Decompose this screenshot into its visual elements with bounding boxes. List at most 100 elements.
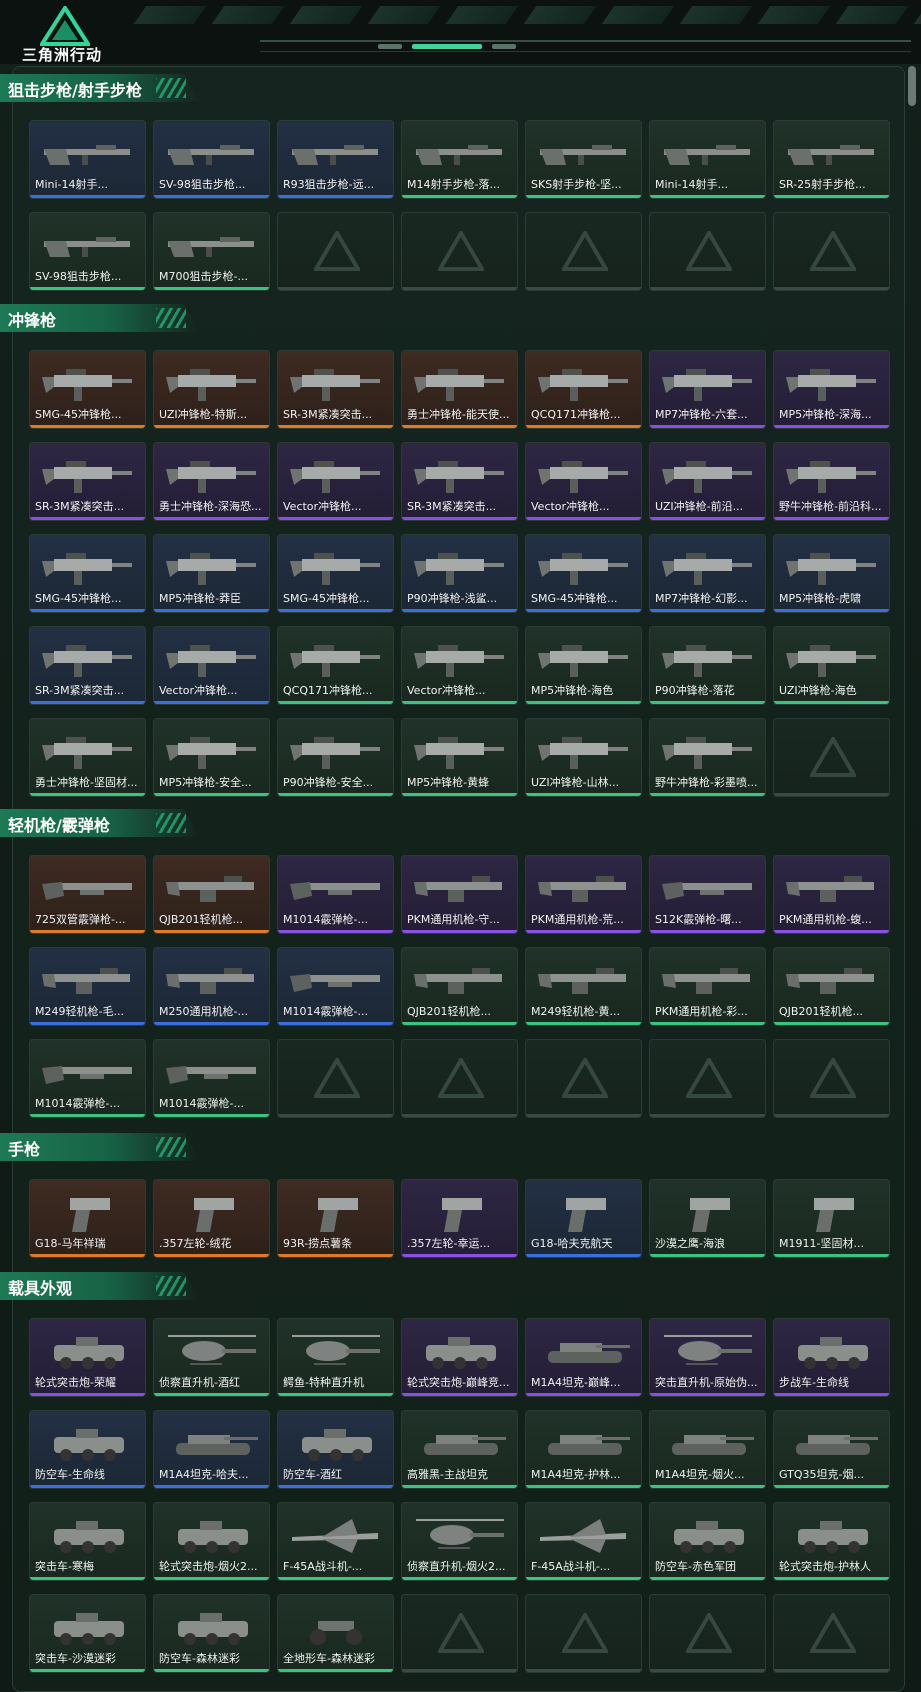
skin-card[interactable]: SR-3M紧凑突击...	[277, 350, 394, 429]
skin-card[interactable]: MP5冲锋枪-黄蜂	[401, 718, 518, 797]
smg-icon	[536, 637, 633, 681]
skin-card[interactable]: UZI冲锋枪-特斯...	[153, 350, 270, 429]
skin-card[interactable]: SMG-45冲锋枪...	[29, 350, 146, 429]
skin-card[interactable]: PKM通用机枪-彩...	[649, 947, 766, 1026]
skin-card[interactable]: MP7冲锋枪-六套...	[649, 350, 766, 429]
skin-card[interactable]: 轮式突击炮-烟火2...	[153, 1502, 270, 1581]
skin-card[interactable]: QJB201轻机枪...	[153, 855, 270, 934]
skin-card[interactable]: PKM通用机枪-荒...	[525, 855, 642, 934]
skin-card[interactable]: Mini-14射手...	[649, 120, 766, 199]
skin-card[interactable]: SMG-45冲锋枪...	[277, 534, 394, 613]
smg-icon	[40, 729, 137, 773]
skin-card[interactable]: 轮式突击炮-荣耀	[29, 1318, 146, 1397]
skin-card[interactable]: 野牛冲锋枪-彩墨喷...	[649, 718, 766, 797]
scrollbar-thumb[interactable]	[908, 66, 916, 106]
skin-card[interactable]: F-45A战斗机-...	[277, 1502, 394, 1581]
skin-card[interactable]: MP5冲锋枪-海色	[525, 626, 642, 705]
skin-card[interactable]: 防空车-酒红	[277, 1410, 394, 1489]
skin-card[interactable]: M1014霰弹枪-...	[153, 1039, 270, 1118]
skin-card[interactable]: 725双管霰弹枪-...	[29, 855, 146, 934]
skin-card[interactable]: M1A4坦克-哈夫...	[153, 1410, 270, 1489]
skin-card[interactable]: F-45A战斗机-...	[525, 1502, 642, 1581]
skin-card[interactable]: M249轻机枪-黄...	[525, 947, 642, 1026]
skin-card[interactable]: 全地形车-森林迷彩	[277, 1594, 394, 1673]
skin-card[interactable]: M1014霰弹枪-...	[29, 1039, 146, 1118]
skin-card[interactable]: M250通用机枪-...	[153, 947, 270, 1026]
skin-card[interactable]: M1014霰弹枪-...	[277, 947, 394, 1026]
skin-card[interactable]: 侦察直升机-烟火2...	[401, 1502, 518, 1581]
skin-card[interactable]: S12K霰弹枪-曙...	[649, 855, 766, 934]
skin-card[interactable]: Vector冲锋枪...	[525, 442, 642, 521]
skin-card[interactable]: G18-马年祥瑞	[29, 1179, 146, 1258]
skin-card[interactable]: QJB201轻机枪...	[401, 947, 518, 1026]
skin-card[interactable]: 93R-捞点薯条	[277, 1179, 394, 1258]
skin-card[interactable]: 沙漠之鹰-海浪	[649, 1179, 766, 1258]
skin-card[interactable]: Vector冲锋枪...	[401, 626, 518, 705]
rifle-icon	[660, 131, 757, 175]
skin-card[interactable]: PKM通用机枪-守...	[401, 855, 518, 934]
skin-card[interactable]: M1A4坦克-护林...	[525, 1410, 642, 1489]
skin-card[interactable]: UZI冲锋枪-前沿...	[649, 442, 766, 521]
skin-card[interactable]: 步战车-生命线	[773, 1318, 890, 1397]
skin-card[interactable]: SMG-45冲锋枪...	[525, 534, 642, 613]
skin-card[interactable]: UZI冲锋枪-山林...	[525, 718, 642, 797]
skin-card[interactable]: 防空车-生命线	[29, 1410, 146, 1489]
skin-card[interactable]: Vector冲锋枪...	[277, 442, 394, 521]
skin-card[interactable]: Vector冲锋枪...	[153, 626, 270, 705]
skin-card[interactable]: MP5冲锋枪-深海...	[773, 350, 890, 429]
skin-card[interactable]: M1911-坚固材...	[773, 1179, 890, 1258]
skin-card[interactable]: MP5冲锋枪-安全...	[153, 718, 270, 797]
skin-card[interactable]: P90冲锋枪-浅鲨...	[401, 534, 518, 613]
skin-card[interactable]: 鳄鱼-特种直升机	[277, 1318, 394, 1397]
skin-card[interactable]: GTQ35坦克-烟...	[773, 1410, 890, 1489]
skin-card[interactable]: SR-3M紧凑突击...	[29, 626, 146, 705]
skin-card[interactable]: M1A4坦克-烟火...	[649, 1410, 766, 1489]
skin-card[interactable]: SR-3M紧凑突击...	[29, 442, 146, 521]
skin-card[interactable]: 勇士冲锋枪-坚固材...	[29, 718, 146, 797]
skin-card[interactable]: 轮式突击炮-巅峰竞...	[401, 1318, 518, 1397]
skin-card[interactable]: QJB201轻机枪...	[773, 947, 890, 1026]
skin-card[interactable]: M249轻机枪-毛...	[29, 947, 146, 1026]
skin-card[interactable]: Mini-14射手...	[29, 120, 146, 199]
skin-card[interactable]: 防空车-森林迷彩	[153, 1594, 270, 1673]
skin-card[interactable]: QCQ171冲锋枪...	[525, 350, 642, 429]
rarity-bar	[526, 1114, 641, 1117]
skin-card[interactable]: QCQ171冲锋枪...	[277, 626, 394, 705]
skin-card[interactable]: 侦察直升机-酒红	[153, 1318, 270, 1397]
skin-card[interactable]: PKM通用机枪-蝮...	[773, 855, 890, 934]
skin-card[interactable]: 野牛冲锋枪-前沿科...	[773, 442, 890, 521]
skin-card[interactable]: 突击车-沙漠迷彩	[29, 1594, 146, 1673]
skin-card-label: UZI冲锋枪-特斯...	[159, 408, 248, 421]
skin-card[interactable]: SMG-45冲锋枪...	[29, 534, 146, 613]
skin-card[interactable]: 突击直升机-原始伪...	[649, 1318, 766, 1397]
skin-card[interactable]: M14射手步枪-落...	[401, 120, 518, 199]
skin-card[interactable]: 防空车-赤色军团	[649, 1502, 766, 1581]
empty-slot	[525, 1594, 642, 1673]
skin-card[interactable]: 突击车-寒梅	[29, 1502, 146, 1581]
skin-card[interactable]: SR-25射手步枪...	[773, 120, 890, 199]
skin-card[interactable]: G18-哈夫克航天	[525, 1179, 642, 1258]
skin-card[interactable]: .357左轮-绒花	[153, 1179, 270, 1258]
skin-card[interactable]: P90冲锋枪-落花	[649, 626, 766, 705]
skin-card[interactable]: M700狙击步枪-...	[153, 212, 270, 291]
skin-card[interactable]: MP5冲锋枪-莽臣	[153, 534, 270, 613]
skin-card[interactable]: R93狙击步枪-远...	[277, 120, 394, 199]
skin-card[interactable]: 勇士冲锋枪-深海恐...	[153, 442, 270, 521]
skin-card[interactable]: SV-98狙击步枪...	[29, 212, 146, 291]
skin-card[interactable]: UZI冲锋枪-海色	[773, 626, 890, 705]
rarity-bar	[402, 1485, 517, 1488]
skin-card[interactable]: 高雅黑-主战坦克	[401, 1410, 518, 1489]
skin-card[interactable]: .357左轮-幸运...	[401, 1179, 518, 1258]
smg-icon	[660, 453, 757, 497]
skin-card[interactable]: MP7冲锋枪-幻影...	[649, 534, 766, 613]
skin-card[interactable]: SR-3M紧凑突击...	[401, 442, 518, 521]
skin-card[interactable]: 勇士冲锋枪-能天使...	[401, 350, 518, 429]
skin-card[interactable]: SV-98狙击步枪...	[153, 120, 270, 199]
rarity-bar	[774, 930, 889, 933]
skin-card[interactable]: 轮式突击炮-护林人	[773, 1502, 890, 1581]
skin-card[interactable]: M1A4坦克-巅峰...	[525, 1318, 642, 1397]
skin-card[interactable]: P90冲锋枪-安全...	[277, 718, 394, 797]
skin-card[interactable]: SKS射手步枪-坚...	[525, 120, 642, 199]
skin-card[interactable]: M1014霰弹枪-...	[277, 855, 394, 934]
skin-card[interactable]: MP5冲锋枪-虎啸	[773, 534, 890, 613]
